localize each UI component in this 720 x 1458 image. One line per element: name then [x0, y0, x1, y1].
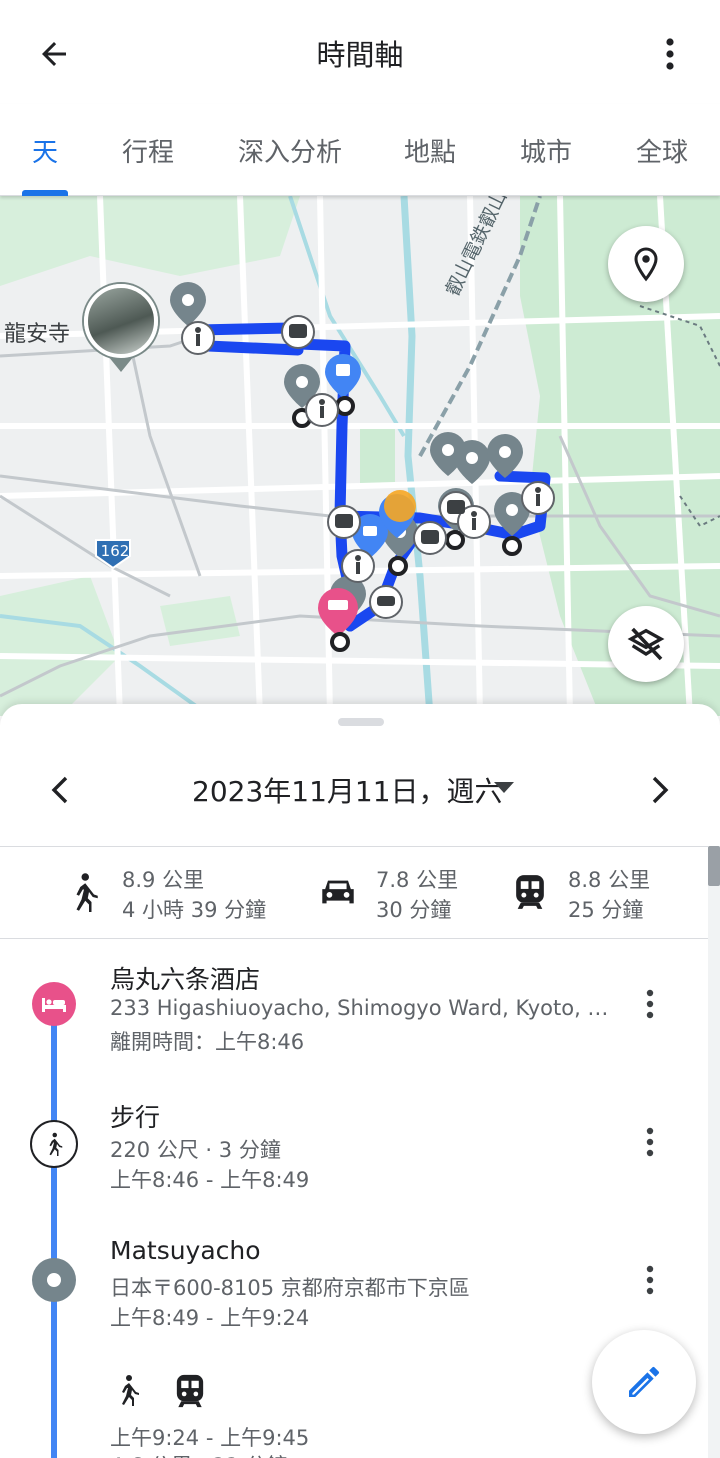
entry-time: 離開時間：上午8:46 — [110, 1030, 305, 1054]
route-shield-label: 162 — [100, 542, 130, 560]
train-distance: 8.8 公里 — [568, 868, 651, 892]
tab-insights[interactable]: 深入分析 — [238, 132, 342, 169]
tab-indicator — [22, 190, 68, 196]
entry-address: 233 Higashiuoyacho, Shimogyo Ward, Kyoto… — [110, 996, 609, 1020]
more-vert-icon[interactable] — [630, 1256, 670, 1304]
entry-title: 步行 — [110, 1103, 161, 1132]
chevron-left-icon[interactable] — [40, 766, 80, 814]
walk-icon — [30, 1120, 78, 1168]
entry-address: 日本〒600-8105 京都府京都市下京區 — [110, 1276, 470, 1300]
walk-duration: 4 小時 39 分鐘 — [122, 898, 267, 922]
scrollbar-thumb[interactable] — [708, 846, 720, 886]
walk-icon — [116, 1374, 148, 1410]
entry-time: 上午8:49 - 上午9:24 — [110, 1306, 310, 1330]
summary-car: 7.8 公里 30 分鐘 — [318, 862, 478, 926]
date-navigator: 2023年11月11日，週六 — [0, 760, 720, 820]
map-label-temple: 龍安寺 — [4, 322, 71, 347]
car-duration: 30 分鐘 — [376, 898, 452, 922]
entry-distance: 4.6 公里 · 22 分鐘 — [110, 1450, 288, 1458]
more-vert-icon[interactable] — [630, 1118, 670, 1166]
tab-places[interactable]: 地點 — [404, 132, 456, 169]
location-pin-icon[interactable] — [608, 226, 684, 302]
more-vert-icon[interactable] — [630, 980, 670, 1028]
tab-world[interactable]: 全球 — [636, 132, 688, 169]
timeline-line — [51, 1024, 57, 1458]
hotel-icon — [32, 982, 76, 1026]
divider — [0, 846, 708, 847]
train-duration: 25 分鐘 — [568, 898, 644, 922]
tab-trips[interactable]: 行程 — [122, 132, 174, 169]
walk-icon — [64, 870, 104, 914]
entry-time: 上午8:46 - 上午8:49 — [110, 1168, 310, 1192]
car-distance: 7.8 公里 — [376, 868, 459, 892]
summary-walk: 8.9 公里 4 小時 39 分鐘 — [64, 862, 304, 926]
entry-time: 上午9:24 - 上午9:45 — [110, 1426, 310, 1450]
scrollbar-track[interactable] — [708, 846, 720, 1458]
sheet-drag-handle[interactable] — [338, 718, 384, 726]
layers-clear-icon[interactable] — [608, 606, 684, 682]
entry-title: Matsuyacho — [110, 1236, 261, 1265]
tab-cities[interactable]: 城市 — [520, 132, 572, 169]
date-label[interactable]: 2023年11月11日，週六 — [192, 770, 503, 810]
chevron-right-icon[interactable] — [640, 766, 680, 814]
train-icon — [510, 870, 550, 914]
arrow-drop-down-icon[interactable] — [494, 782, 514, 793]
place-photo-thumbnail[interactable] — [84, 284, 158, 358]
more-vert-icon[interactable] — [650, 30, 690, 78]
car-icon — [318, 870, 358, 914]
map-view[interactable]: 龍安寺 162 叡山電鉄叡山本線 — [0, 196, 720, 716]
divider — [0, 938, 708, 939]
app-bar: 時間軸 — [0, 0, 720, 104]
tab-day[interactable]: 天 — [32, 132, 58, 169]
walk-distance: 8.9 公里 — [122, 868, 205, 892]
page-title: 時間軸 — [316, 38, 404, 72]
tab-bar: 天 行程 深入分析 地點 城市 全球 — [0, 104, 720, 196]
train-icon — [172, 1372, 212, 1412]
edit-pencil-icon[interactable] — [592, 1330, 696, 1434]
entry-distance: 220 公尺 · 3 分鐘 — [110, 1138, 281, 1162]
entry-title: 烏丸六条酒店 — [110, 965, 261, 994]
summary-train: 8.8 公里 25 分鐘 — [510, 862, 670, 926]
place-dot-icon — [32, 1258, 76, 1302]
